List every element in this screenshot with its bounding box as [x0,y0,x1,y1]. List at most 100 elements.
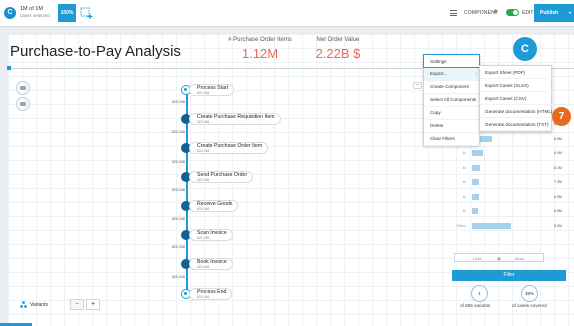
variant-row[interactable]: 4k 6.9M [452,150,562,156]
edge-count: 620,346 [172,217,185,221]
edge-count: 620,346 [172,160,185,164]
variant-row-bar [472,164,480,171]
variant-row-bar [472,222,511,229]
menu-item-copy[interactable]: Copy [424,106,481,120]
activity-label: Process Start 620,346 [189,84,235,96]
activity-count: 620,346 [197,295,210,299]
coverage-percentage: 38% [521,285,538,302]
activity-label: Create Purchase Order Item 620,346 [189,142,269,154]
variants-decrease-button[interactable]: − [70,299,84,310]
more-button[interactable]: More [515,256,524,261]
page-title: Purchase-to-Pay Analysis [10,43,181,60]
variant-row[interactable]: 4k 6.5M [452,193,562,200]
activity-label: Receive Goods 620,346 [189,200,239,212]
settings-icon[interactable] [16,97,30,111]
generate-documentation-html[interactable]: Generate documentation (HTML) [480,105,553,118]
activity-count: 620,346 [197,236,210,240]
activity-count: 620,346 [197,149,210,153]
kpi-value: 1.12M [241,46,279,61]
variant-row-value: 8.1M [554,165,562,170]
export-cases-xlsx[interactable]: Export Cases (XLSX) [480,79,553,92]
menu-item-create-component[interactable]: Create Component [424,80,481,94]
activity-label: Scan Invoice 620,346 [189,229,233,241]
add-sheet-icon[interactable] [80,6,94,20]
kpi-net-order-value[interactable]: Net Order Value 2.22B $ [300,37,376,61]
menu-item-clear-filters[interactable]: Clear Filters [424,132,481,146]
grid-icon[interactable]: ▦ [497,256,501,261]
chevron-right-icon: › [475,71,477,76]
variant-row[interactable]: 4k 8.1M [452,164,562,171]
variant-row-value: 6.9M [554,151,562,155]
edit-toggle[interactable] [506,9,519,16]
variant-row-label: 4k [462,180,466,184]
menu-icon[interactable] [450,10,457,16]
variant-row[interactable]: 4k 7.3M [452,179,562,185]
kpi-value: 2.22B $ [315,46,361,61]
variant-row-label: 4k [462,209,466,213]
variant-row-value: 7.3M [554,180,562,184]
variants-control: Variants − + [14,299,100,311]
less-more-toggle: Less ▦ More [454,253,544,262]
variant-row-label: Others [456,223,466,228]
menu-item-label: Export... [430,71,448,76]
case-count-caption: cases selected [20,12,50,18]
variant-row-value: 6.9M [554,136,562,141]
variant-row-bar [472,150,483,156]
edge-count: 620,346 [172,245,185,249]
variant-row-label: 4k [462,151,466,155]
variants-icon [20,301,27,308]
menu-item-select-all-components[interactable]: Select All Components [424,93,481,107]
variants-caption: of 655 variants [460,303,491,308]
step-number-badge: 7 [552,107,571,126]
variants-label: Variants [30,302,48,308]
variants-count: 1 [471,285,488,302]
resize-handle[interactable] [7,66,11,70]
variant-row-label: 4k [462,194,466,199]
publish-label: Publish [540,10,559,16]
generate-documentation-txt[interactable]: Generate documentation (TXT) [480,118,553,131]
activity-label: Create Purchase Requisition Item 620,346 [189,113,281,125]
variant-row-label: 4k [462,165,466,170]
variant-row-bar [472,179,479,185]
collapse-button[interactable]: − [413,82,422,89]
kpi-label: Net Order Value [316,37,360,43]
variant-row-bar [472,193,479,200]
activity-label: Send Purchase Order 620,346 [189,171,254,183]
logo-icon[interactable]: C [4,7,16,19]
variant-row-bar [472,208,478,214]
activity-count: 620,346 [197,120,210,124]
layers-icon[interactable] [16,81,30,95]
edit-label: EDIT [522,10,534,16]
activity-count: 620,346 [197,265,210,269]
activity-count: 620,346 [197,178,210,182]
export-cases-csv[interactable]: Export Cases (CSV) [480,92,553,105]
case-count: 1M of 1M cases selected [20,6,50,19]
activity-count: 620,346 [197,207,210,211]
activity-label: Process End 620,346 [189,288,233,300]
edge-count: 620,346 [172,100,185,104]
variant-row-value: 6.5M [554,209,562,213]
menu-item-delete[interactable]: Delete [424,119,481,133]
variants-increase-button[interactable]: + [86,299,100,310]
filter-button[interactable]: Filter [452,270,566,281]
variant-row[interactable]: Others 8.9M [452,222,562,229]
celonis-logo-icon: C [513,37,537,61]
edge-count: 620,346 [172,275,185,279]
selection-percentage-badge[interactable]: 100% [58,4,76,22]
variant-row[interactable]: 4k 6.5M [452,208,562,214]
activity-label: Book Invoice 620,346 [189,258,233,270]
publish-button[interactable]: Publish ▾ [534,4,574,22]
export-sheet-pdf[interactable]: Export Sheet (PDF) [480,66,553,79]
variant-row-value: 6.5M [554,194,562,199]
coverage-caption: of cases covered [512,303,547,308]
less-button[interactable]: Less [473,256,481,261]
edge-count: 620,346 [172,188,185,192]
top-bar: C 1M of 1M cases selected 100% COMPONENT… [0,0,574,27]
chevron-down-icon[interactable]: ▾ [569,4,571,22]
edge-count: 620,346 [172,130,185,134]
kpi-purchase-order-items[interactable]: # Purchase Order Items 1.12M [218,37,302,61]
add-component-button[interactable]: + [493,8,498,16]
export-submenu: Export Sheet (PDF) Export Cases (XLSX) E… [479,65,553,132]
activity-count: 620,346 [197,91,210,95]
menu-item-export[interactable]: Export... › [424,67,481,81]
